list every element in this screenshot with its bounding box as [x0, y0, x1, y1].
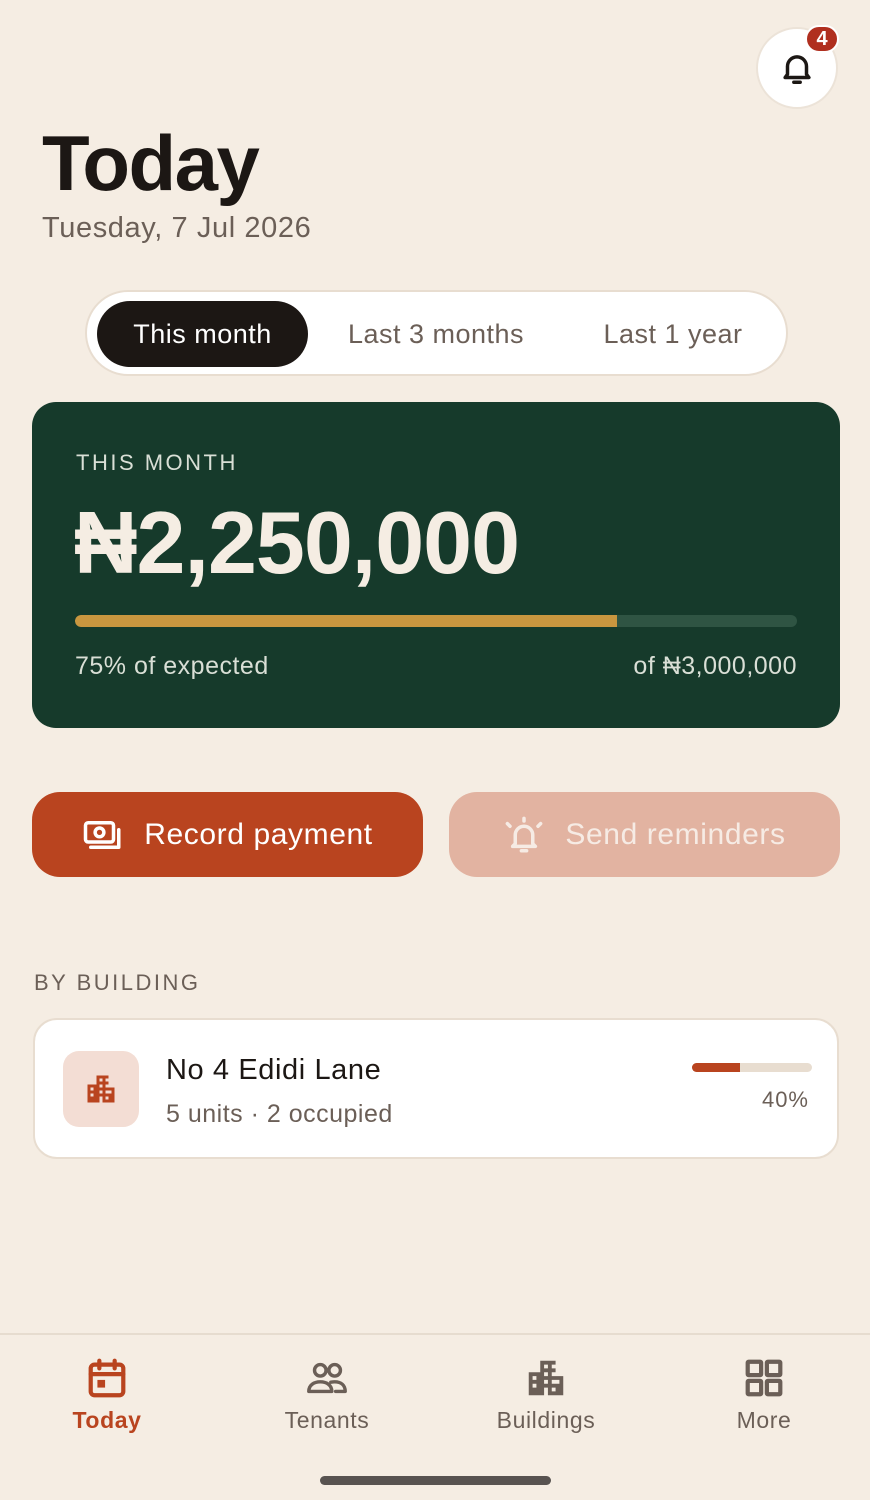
- building-progress-fill: [692, 1063, 740, 1072]
- send-reminders-button[interactable]: Send reminders: [449, 792, 840, 877]
- grid-icon: [745, 1359, 783, 1397]
- building-card[interactable]: No 4 Edidi Lane 5 units · 2 occupied 40%: [33, 1018, 839, 1159]
- people-icon: [307, 1362, 347, 1394]
- cash-icon: [83, 820, 121, 849]
- collection-progress-fill: [75, 615, 617, 627]
- alarm-bell-icon: [506, 816, 543, 852]
- building-avatar: [63, 1051, 139, 1127]
- tab-this-month[interactable]: This month: [97, 301, 308, 367]
- page-date: Tuesday, 7 Jul 2026: [42, 212, 312, 244]
- nav-more[interactable]: More: [674, 1355, 854, 1434]
- range-selector: This month Last 3 months Last 1 year: [85, 290, 788, 376]
- nav-today-label: Today: [72, 1407, 142, 1433]
- collection-progress-bar: [75, 615, 797, 627]
- building-icon: [528, 1360, 564, 1396]
- send-reminders-label: Send reminders: [565, 817, 786, 851]
- home-indicator: [320, 1476, 551, 1485]
- building-progress-bar: [692, 1063, 812, 1072]
- nav-tenants-label: Tenants: [284, 1407, 370, 1433]
- nav-tenants[interactable]: Tenants: [237, 1355, 417, 1434]
- notification-badge: 4: [805, 25, 839, 53]
- building-name: No 4 Edidi Lane: [166, 1054, 382, 1086]
- nav-buildings-label: Buildings: [496, 1407, 596, 1433]
- bottom-navigation: Today Tenants Buildings More: [0, 1333, 870, 1500]
- bell-icon: [783, 55, 811, 84]
- nav-more-label: More: [736, 1407, 792, 1433]
- collections-summary-card: THIS MONTH ₦2,250,000 75% of expected of…: [32, 402, 840, 728]
- record-payment-label: Record payment: [144, 817, 373, 851]
- tab-last-1-year[interactable]: Last 1 year: [575, 301, 771, 367]
- tab-last-3-months[interactable]: Last 3 months: [319, 301, 553, 367]
- summary-expected: of ₦3,000,000: [633, 652, 797, 680]
- building-icon: [87, 1075, 115, 1103]
- calendar-icon: [88, 1358, 126, 1398]
- building-occupancy: 5 units · 2 occupied: [166, 1100, 393, 1128]
- nav-today[interactable]: Today: [17, 1355, 197, 1434]
- summary-label: THIS MONTH: [76, 450, 238, 475]
- building-percent: 40%: [761, 1087, 809, 1112]
- summary-amount: ₦2,250,000: [74, 493, 520, 592]
- summary-percent: 75% of expected: [75, 652, 269, 680]
- by-building-heading: BY BUILDING: [34, 970, 201, 995]
- page-title: Today: [42, 119, 260, 207]
- record-payment-button[interactable]: Record payment: [32, 792, 423, 877]
- nav-buildings[interactable]: Buildings: [456, 1355, 636, 1434]
